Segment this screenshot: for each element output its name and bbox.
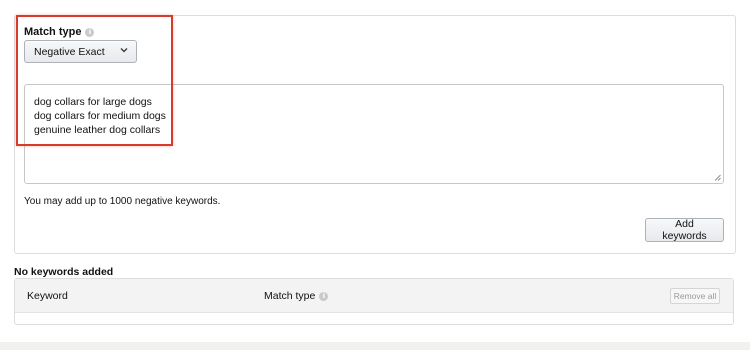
keyword-line: dog collars for medium dogs <box>34 110 166 122</box>
remove-all-button[interactable]: Remove all <box>670 288 720 304</box>
added-keywords-table: Keyword Match type i Remove all <box>14 278 734 325</box>
chevron-down-icon <box>120 48 128 53</box>
resize-grip-icon[interactable] <box>714 174 721 181</box>
table-header: Keyword Match type i Remove all <box>15 279 733 313</box>
match-type-label: Match type i <box>24 26 95 38</box>
added-keywords-title: No keywords added <box>14 266 114 278</box>
column-header-match-type-text: Match type <box>264 290 316 302</box>
keywords-textarea[interactable]: dog collars for large dogs dog collars f… <box>24 84 724 184</box>
column-header-match-type: Match type i <box>264 290 329 302</box>
match-type-select[interactable]: Negative Exact <box>24 40 137 63</box>
column-header-keyword: Keyword <box>27 290 68 302</box>
match-type-selected-value: Negative Exact <box>34 45 105 58</box>
add-keywords-button[interactable]: Add keywords <box>645 218 724 242</box>
info-icon[interactable]: i <box>85 27 95 37</box>
footer-bar <box>0 342 750 350</box>
keyword-line: dog collars for large dogs <box>34 96 152 108</box>
info-icon[interactable]: i <box>319 291 329 301</box>
keyword-line: genuine leather dog collars <box>34 124 161 136</box>
keyword-limit-helper-text: You may add up to 1000 negative keywords… <box>24 196 221 207</box>
match-type-label-text: Match type <box>24 26 82 38</box>
